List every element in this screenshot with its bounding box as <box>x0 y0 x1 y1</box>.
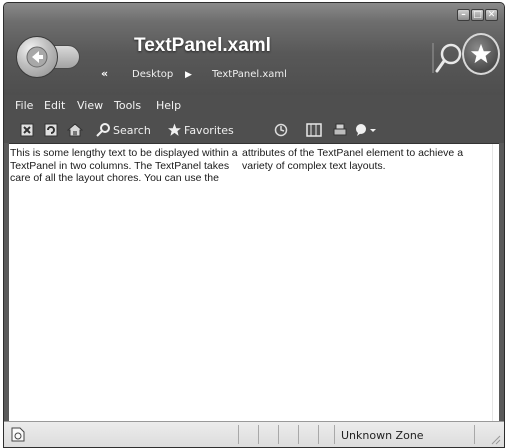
media-icon[interactable] <box>306 123 322 137</box>
document-content: This is some lengthy text to be displaye… <box>9 143 499 421</box>
status-bar: Unknown Zone <box>4 421 504 447</box>
page-status-icon <box>11 427 25 442</box>
breadcrumb-desktop[interactable]: Desktop <box>132 69 173 80</box>
favorites-button[interactable] <box>462 33 500 75</box>
stop-icon[interactable] <box>20 123 34 137</box>
security-zone-label: Unknown Zone <box>341 429 424 442</box>
status-section <box>278 425 279 444</box>
close-button[interactable]: ✕ <box>485 9 498 21</box>
messenger-icon[interactable] <box>354 123 378 137</box>
back-button[interactable] <box>16 36 58 78</box>
back-arrow-icon <box>26 46 48 68</box>
browser-window: TextPanel.xaml « Desktop ▶ TextPanel.xam… <box>3 2 505 448</box>
vertical-scrollbar[interactable] <box>492 144 499 421</box>
recent-pages-chevron[interactable]: « <box>101 67 108 80</box>
status-section <box>238 425 239 444</box>
text-column-2: attributes of the TextPanel element to a… <box>242 147 464 172</box>
title-bar: TextPanel.xaml « Desktop ▶ TextPanel.xam… <box>4 3 504 95</box>
maximize-button[interactable]: □ <box>471 9 484 21</box>
window-controls: – □ ✕ <box>457 9 498 21</box>
menu-edit[interactable]: Edit <box>44 99 65 112</box>
status-section <box>474 425 475 444</box>
menu-tools[interactable]: Tools <box>114 99 141 112</box>
status-section <box>318 425 319 444</box>
history-icon[interactable] <box>274 123 288 137</box>
toolbar: Search Favorites <box>4 117 504 143</box>
search-label[interactable]: Search <box>113 124 151 137</box>
status-section <box>334 425 335 444</box>
window-title: TextPanel.xaml <box>134 35 271 56</box>
breadcrumb-arrow-icon: ▶ <box>185 70 192 80</box>
breadcrumb-file[interactable]: TextPanel.xaml <box>212 69 287 80</box>
status-section <box>258 425 259 444</box>
home-icon[interactable] <box>67 123 83 137</box>
menu-view[interactable]: View <box>77 99 103 112</box>
menu-file[interactable]: File <box>15 99 33 112</box>
text-column-1: This is some lengthy text to be displaye… <box>10 147 238 184</box>
star-icon <box>470 43 492 64</box>
menu-bar: File Edit View Tools Help <box>4 95 504 117</box>
search-icon[interactable] <box>95 123 111 137</box>
minimize-button[interactable]: – <box>457 9 470 21</box>
resize-grip-icon[interactable] <box>490 434 501 445</box>
favorites-star-icon[interactable] <box>167 123 182 137</box>
magnifier-icon <box>432 43 462 73</box>
search-button[interactable] <box>429 39 467 77</box>
refresh-icon[interactable] <box>44 123 58 137</box>
favorites-label[interactable]: Favorites <box>184 124 234 137</box>
print-icon[interactable] <box>333 123 347 137</box>
menu-help[interactable]: Help <box>156 99 181 112</box>
status-section <box>298 425 299 444</box>
